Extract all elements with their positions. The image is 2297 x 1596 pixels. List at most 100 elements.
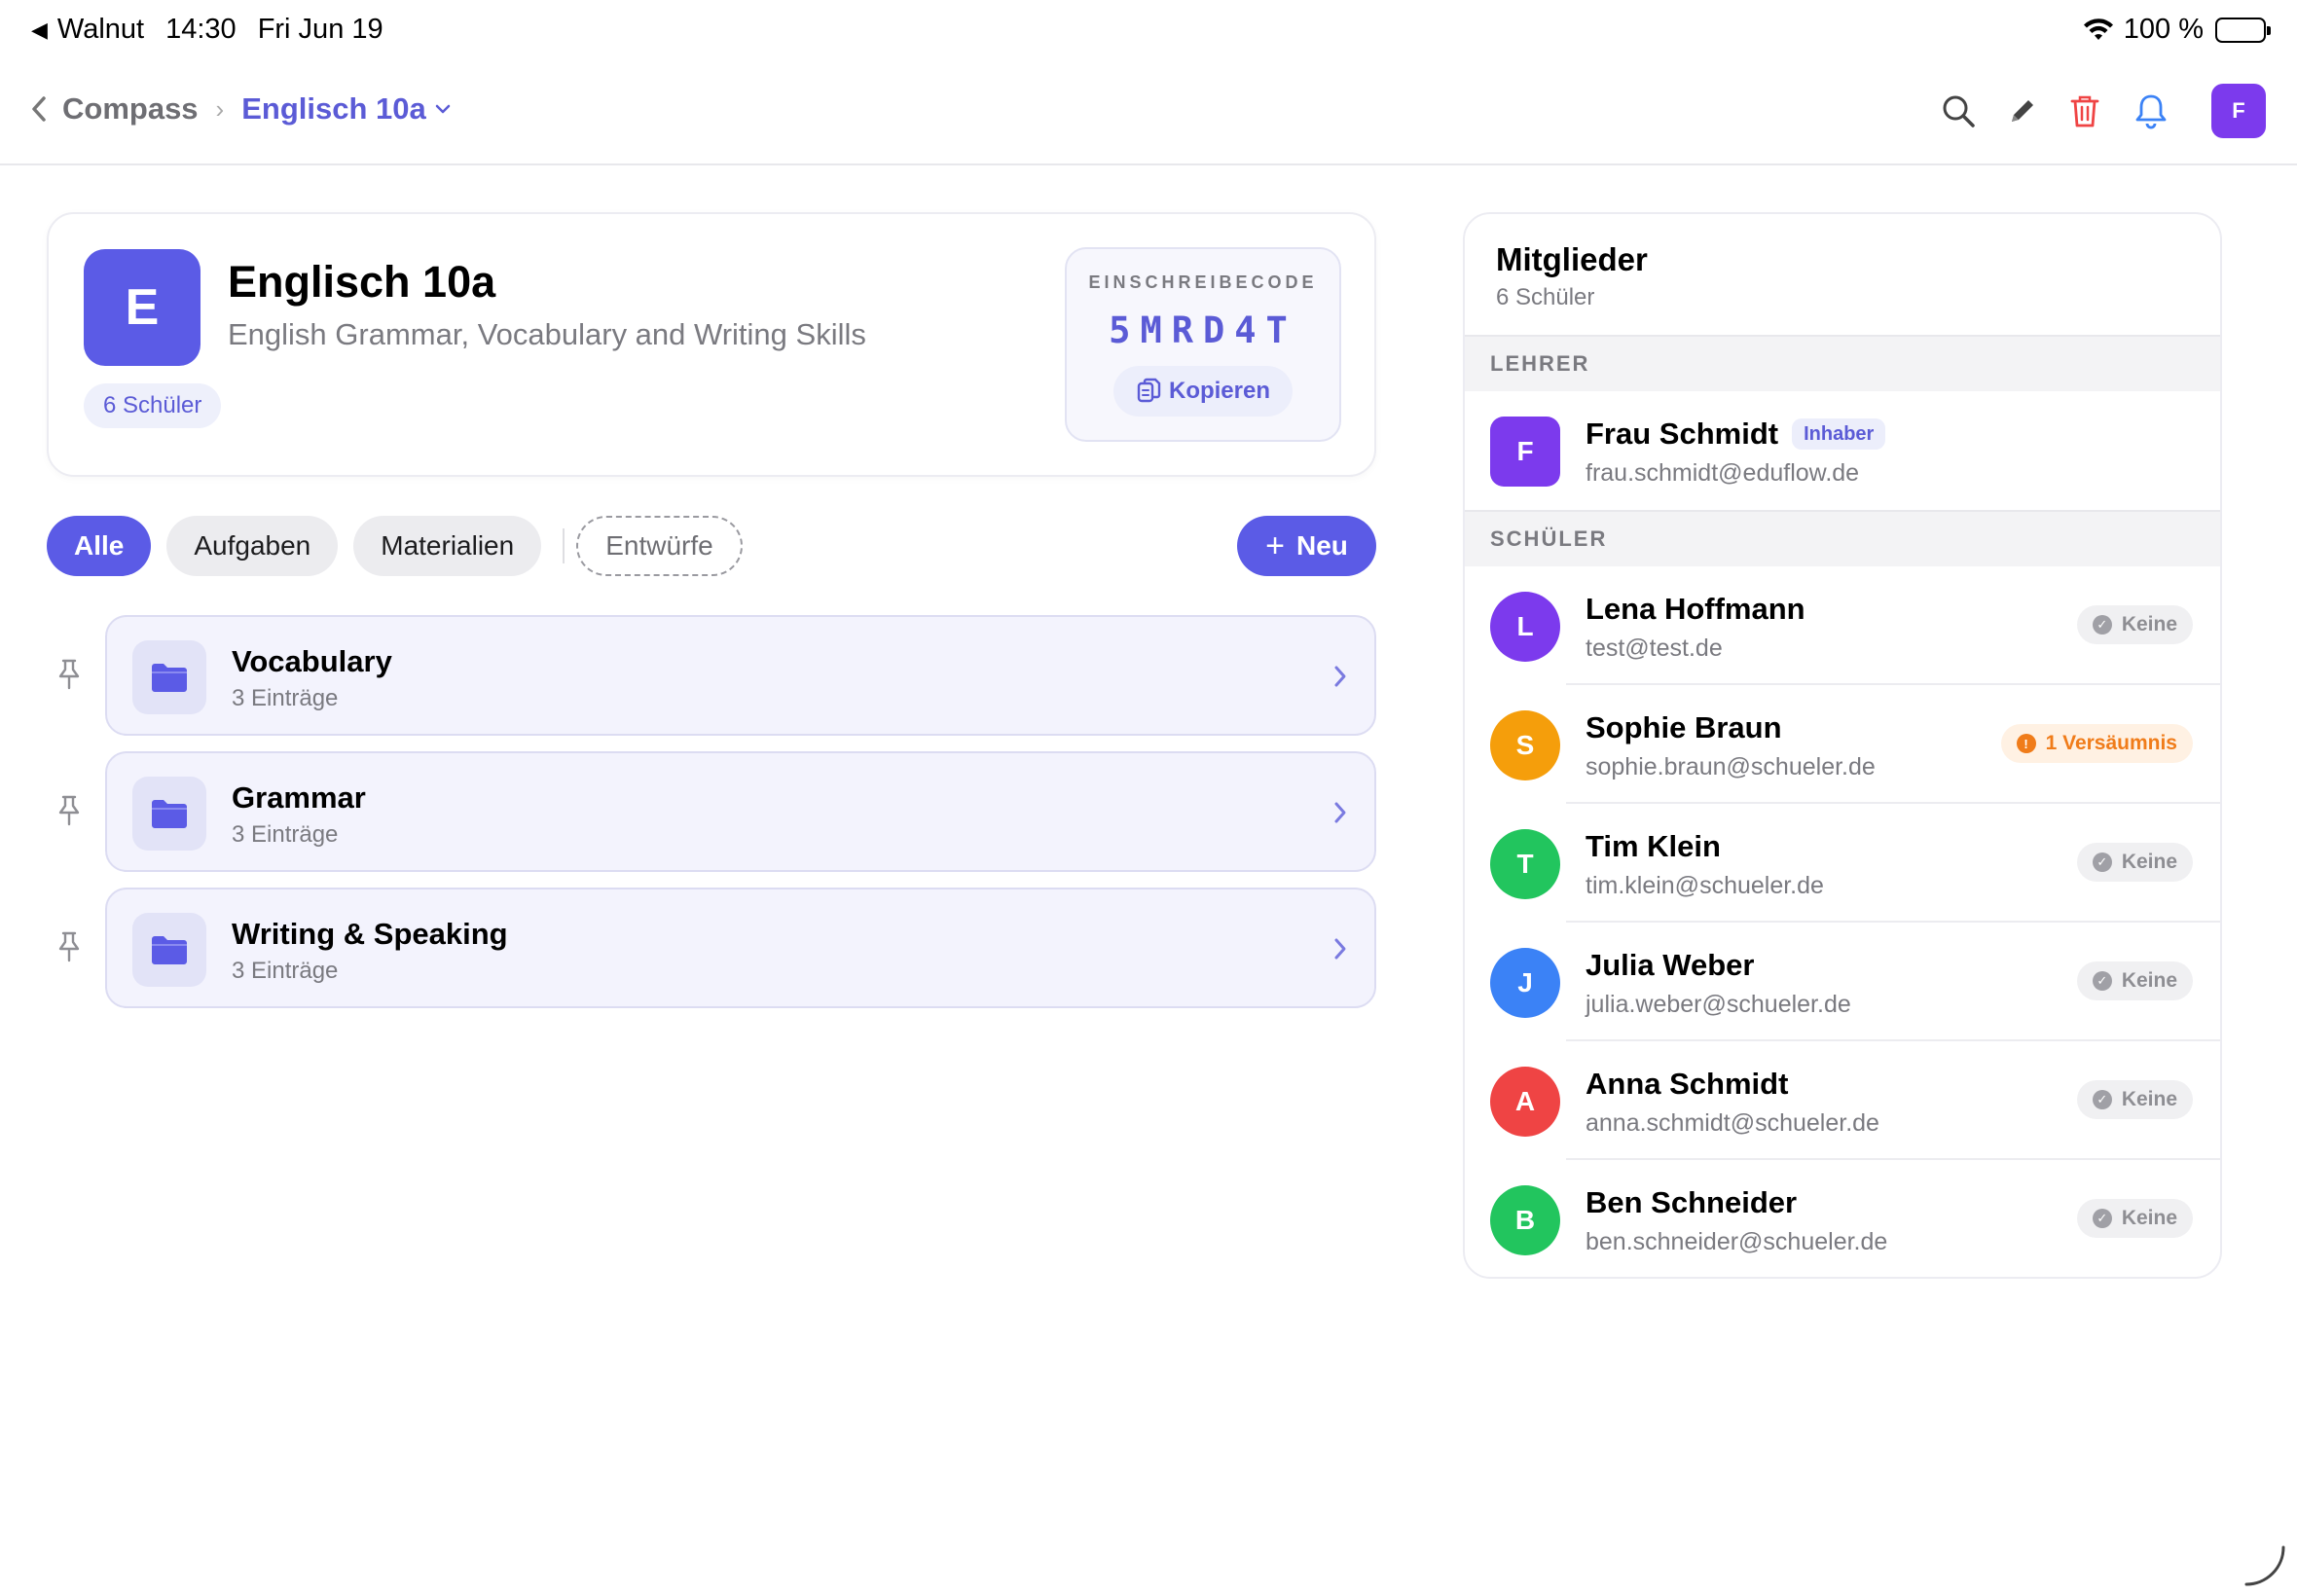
status-badge: ✓ Keine xyxy=(2076,961,2193,1000)
copy-code-button[interactable]: Kopieren xyxy=(1113,366,1293,417)
status-badge: ! 1 Versäumnis xyxy=(2000,724,2193,763)
status-label: Keine xyxy=(2121,1207,2177,1229)
checkmark-icon: ✓ xyxy=(2092,971,2112,991)
folder-name: Writing & Speaking xyxy=(232,917,508,951)
filter-chip-all[interactable]: Alle xyxy=(47,516,152,576)
copy-code-label: Kopieren xyxy=(1168,378,1270,404)
folder-name: Vocabulary xyxy=(232,644,392,678)
copy-icon xyxy=(1136,378,1169,405)
warning-icon: ! xyxy=(2016,734,2036,753)
filter-bar: Alle Aufgaben Materialien Entwürfe xyxy=(47,516,758,576)
breadcrumb-parent[interactable]: Compass xyxy=(62,91,199,127)
toolbar: F xyxy=(1919,84,2266,138)
folder-row: Writing & Speaking 3 Einträge xyxy=(47,888,1376,1008)
enrollment-code-label: EINSCHREIBECODE xyxy=(1088,272,1318,292)
student-email: julia.weber@schueler.de xyxy=(1586,991,1851,1018)
pencil-icon[interactable] xyxy=(2001,90,2044,132)
course-header-card: E Englisch 10a English Grammar, Vocabula… xyxy=(47,212,1376,477)
status-label: Keine xyxy=(2121,969,2177,992)
plus-icon: + xyxy=(1265,526,1285,564)
status-label: Keine xyxy=(2121,851,2177,873)
teacher-name-line: Frau Schmidt Inhaber xyxy=(1586,417,1886,452)
members-count: 6 Schüler xyxy=(1496,284,1595,310)
student-avatar: J xyxy=(1490,948,1560,1018)
wifi-icon xyxy=(2083,18,2114,42)
student-name: Julia Weber xyxy=(1586,948,1755,982)
student-row[interactable]: B Ben Schneider ben.schneider@schueler.d… xyxy=(1465,1160,2220,1277)
filter-chip-assignments[interactable]: Aufgaben xyxy=(166,516,339,576)
folder-row: Grammar 3 Einträge xyxy=(47,751,1376,872)
student-row[interactable]: A Anna Schmidt anna.schmidt@schueler.de … xyxy=(1465,1041,2220,1160)
folder-icon xyxy=(132,913,206,987)
navigation-bar: Compass › Englisch 10a F xyxy=(0,62,2297,165)
course-title: Englisch 10a xyxy=(228,257,496,307)
pin-icon[interactable] xyxy=(56,658,82,691)
student-row[interactable]: L Lena Hoffmann test@test.de ✓ Keine xyxy=(1465,566,2220,685)
filter-chip-materials[interactable]: Materialien xyxy=(353,516,542,576)
student-row[interactable]: S Sophie Braun sophie.braun@schueler.de … xyxy=(1465,685,2220,804)
members-title: Mitglieder xyxy=(1496,241,1648,277)
status-badge: ✓ Keine xyxy=(2076,605,2193,644)
student-name: Sophie Braun xyxy=(1586,710,1782,744)
folder-icon xyxy=(132,640,206,714)
user-avatar[interactable]: F xyxy=(2211,84,2266,138)
checkmark-icon: ✓ xyxy=(2092,1209,2112,1228)
student-avatar: T xyxy=(1490,829,1560,899)
back-chevron-icon[interactable] xyxy=(29,94,49,124)
status-bar-right: 100 % xyxy=(2083,14,2271,46)
student-count-badge: 6 Schüler xyxy=(84,383,222,428)
student-email: test@test.de xyxy=(1586,635,1723,662)
folder-entry-count: 3 Einträge xyxy=(232,685,339,711)
bell-icon[interactable] xyxy=(2130,90,2172,132)
pin-icon[interactable] xyxy=(56,794,82,827)
folder-name: Grammar xyxy=(232,780,366,815)
student-row[interactable]: J Julia Weber julia.weber@schueler.de ✓ … xyxy=(1465,923,2220,1041)
checkmark-icon: ✓ xyxy=(2092,852,2112,872)
new-item-label: Neu xyxy=(1295,530,1348,561)
chevron-right-icon xyxy=(1331,662,1349,696)
students-section-header: SCHÜLER xyxy=(1465,510,2220,566)
trash-icon[interactable] xyxy=(2063,90,2106,132)
status-label: Keine xyxy=(2121,1088,2177,1110)
student-email: ben.schneider@schueler.de xyxy=(1586,1228,1888,1255)
owner-badge: Inhaber xyxy=(1792,418,1886,450)
new-item-button[interactable]: + Neu xyxy=(1237,516,1376,576)
teacher-email: frau.schmidt@eduflow.de xyxy=(1586,459,1860,487)
pin-icon[interactable] xyxy=(56,930,82,963)
chevron-right-icon xyxy=(1331,934,1349,968)
chevron-right-icon xyxy=(1331,798,1349,832)
status-badge: ✓ Keine xyxy=(2076,1199,2193,1238)
student-name: Ben Schneider xyxy=(1586,1185,1798,1219)
chevron-down-icon[interactable] xyxy=(434,102,452,116)
back-to-app-icon[interactable]: ◀ xyxy=(31,18,48,43)
student-avatar: L xyxy=(1490,592,1560,662)
clock-time: 14:30 xyxy=(165,14,237,45)
search-icon[interactable] xyxy=(1937,90,1980,132)
status-badge: ✓ Keine xyxy=(2076,1080,2193,1119)
checkmark-icon: ✓ xyxy=(2092,1090,2112,1109)
student-row[interactable]: T Tim Klein tim.klein@schueler.de ✓ Kein… xyxy=(1465,804,2220,923)
teacher-name: Frau Schmidt xyxy=(1586,417,1779,451)
folder-card-writing-speaking[interactable]: Writing & Speaking 3 Einträge xyxy=(105,888,1376,1008)
folder-row: Vocabulary 3 Einträge xyxy=(47,615,1376,736)
student-avatar: S xyxy=(1490,710,1560,780)
student-email: tim.klein@schueler.de xyxy=(1586,872,1824,899)
status-bar: ◀ Walnut 14:30 Fri Jun 19 100 % xyxy=(0,0,2297,62)
enrollment-code: 5MRD4T xyxy=(1109,309,1297,351)
folder-entry-count: 3 Einträge xyxy=(232,821,339,848)
folder-card-vocabulary[interactable]: Vocabulary 3 Einträge xyxy=(105,615,1376,736)
filter-chip-drafts[interactable]: Entwürfe xyxy=(576,516,743,576)
battery-percent: 100 % xyxy=(2123,14,2204,45)
enrollment-code-box: EINSCHREIBECODE 5MRD4T Kopieren xyxy=(1065,247,1341,442)
status-label: 1 Versäumnis xyxy=(2045,732,2177,754)
checkmark-icon: ✓ xyxy=(2092,615,2112,635)
status-label: Keine xyxy=(2121,613,2177,635)
back-to-app-label[interactable]: Walnut xyxy=(57,14,144,46)
folder-card-grammar[interactable]: Grammar 3 Einträge xyxy=(105,751,1376,872)
student-email: anna.schmidt@schueler.de xyxy=(1586,1109,1879,1137)
teacher-avatar: F xyxy=(1490,417,1560,487)
breadcrumb-current[interactable]: Englisch 10a xyxy=(241,91,426,127)
teacher-row[interactable]: F Frau Schmidt Inhaber frau.schmidt@eduf… xyxy=(1465,391,2220,510)
student-avatar: B xyxy=(1490,1185,1560,1255)
resize-corner-icon[interactable] xyxy=(2242,1543,2287,1588)
